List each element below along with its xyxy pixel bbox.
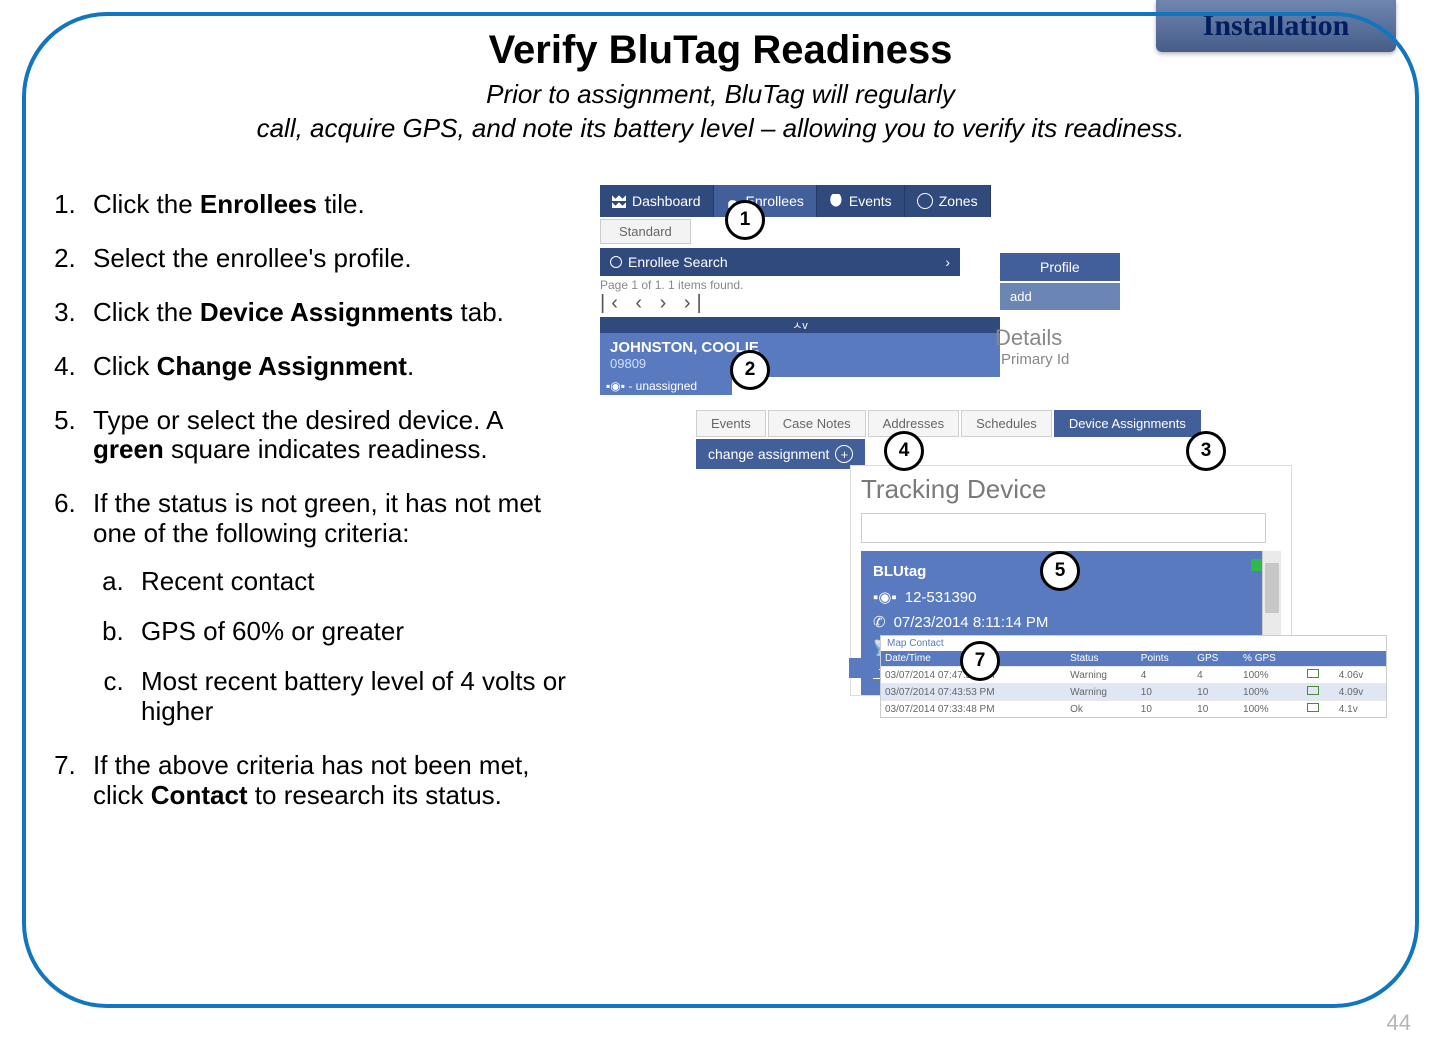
plus-icon: + — [835, 445, 853, 463]
page-subtitle: Prior to assignment, BluTag will regular… — [0, 78, 1441, 146]
callout-1: 1 — [725, 200, 765, 240]
app-screenshot: Dashboard Enrollees Events Zones Standar… — [600, 185, 1400, 835]
callout-4: 4 — [884, 431, 924, 471]
zone-icon — [917, 193, 933, 209]
step-1: Click the Enrollees tile. — [83, 190, 570, 220]
step-7: If the above criteria has not been met, … — [83, 751, 570, 811]
step-4: Click Change Assignment. — [83, 352, 570, 382]
subtitle-line1: Prior to assignment, BluTag will regular… — [486, 79, 955, 109]
device-serial-row: ▪◉▪12-531390 — [873, 585, 1269, 611]
subtitle-line2: call, acquire GPS, and note its battery … — [257, 113, 1185, 143]
details-panel: Details Primary Id — [995, 325, 1069, 368]
contact-grid: Map Contact Date/TimeStatusPointsGPS% GP… — [880, 635, 1387, 718]
step-6c: Most recent battery level of 4 volts or … — [131, 667, 570, 727]
callout-5: 5 — [1040, 551, 1080, 591]
tab-schedules[interactable]: Schedules — [961, 410, 1052, 437]
device-input[interactable] — [861, 513, 1266, 543]
nav-dashboard[interactable]: Dashboard — [600, 185, 714, 217]
step-5: Type or select the desired device. A gre… — [83, 406, 570, 466]
device-icon: ▪◉▪ — [873, 585, 897, 611]
steps-list: Click the Enrollees tile. Select the enr… — [35, 190, 570, 834]
nav-events[interactable]: Events — [817, 185, 905, 217]
callout-3: 3 — [1186, 431, 1226, 471]
step-6a: Recent contact — [131, 567, 570, 597]
page-number: 44 — [1387, 1010, 1411, 1036]
enrollee-search[interactable]: Enrollee Search › — [600, 248, 960, 276]
phone-icon: ✆ — [873, 610, 886, 636]
grid-header: Date/TimeStatusPointsGPS% GPS — [881, 651, 1386, 667]
tracking-heading: Tracking Device — [861, 474, 1281, 505]
primary-id-label: Primary Id — [1001, 351, 1069, 368]
unassigned-badge: ▪◉▪ - unassigned — [600, 377, 732, 395]
chevron-right-icon: › — [945, 254, 950, 270]
change-assignment-button[interactable]: change assignment + — [696, 439, 865, 469]
enrollee-name: JOHNSTON, COOLIE — [610, 339, 990, 356]
pin-icon — [829, 194, 843, 208]
step-3: Click the Device Assignments tab. — [83, 298, 570, 328]
profile-button[interactable]: Profile — [1000, 253, 1120, 281]
enrollee-row[interactable]: JOHNSTON, COOLIE 09809 — [600, 333, 1000, 377]
page-title: Verify BluTag Readiness — [0, 28, 1441, 73]
tab-case-notes[interactable]: Case Notes — [768, 410, 866, 437]
enrollee-id: 09809 — [610, 356, 990, 371]
table-row[interactable]: 03/07/2014 07:33:48 PMOk1010100%4.1v — [881, 701, 1386, 718]
sub-tabs: Events Case Notes Addresses Schedules De… — [696, 410, 1201, 437]
step-2: Select the enrollee's profile. — [83, 244, 570, 274]
device-icon: ▪◉▪ — [606, 379, 625, 393]
grid-tabs[interactable]: Map Contact — [887, 638, 944, 649]
callout-7: 7 — [960, 641, 1000, 681]
tab-events[interactable]: Events — [696, 410, 766, 437]
standard-dropdown[interactable]: Standard — [600, 219, 691, 244]
profile-panel: Profile add — [1000, 253, 1120, 310]
device-time-row: ✆07/23/2014 8:11:14 PM — [873, 610, 1269, 636]
add-button[interactable]: add — [1000, 283, 1120, 310]
table-row[interactable]: 03/07/2014 07:43:53 PMWarning1010100%4.0… — [881, 684, 1386, 701]
details-heading: Details — [995, 325, 1069, 351]
callout-2: 2 — [730, 350, 770, 390]
nav-zones[interactable]: Zones — [905, 185, 991, 217]
grid-side — [849, 658, 879, 678]
nav-bar: Dashboard Enrollees Events Zones — [600, 185, 1400, 217]
dashboard-icon — [612, 194, 626, 208]
step-6: If the status is not green, it has not m… — [83, 489, 570, 726]
sort-bar[interactable]: ㅅv — [600, 317, 1000, 333]
step-6b: GPS of 60% or greater — [131, 617, 570, 647]
tab-device-assignments[interactable]: Device Assignments — [1054, 410, 1201, 437]
table-row[interactable]: 03/07/2014 07:47:50 PMWarning44100%4.06v — [881, 667, 1386, 684]
search-icon — [610, 256, 622, 268]
